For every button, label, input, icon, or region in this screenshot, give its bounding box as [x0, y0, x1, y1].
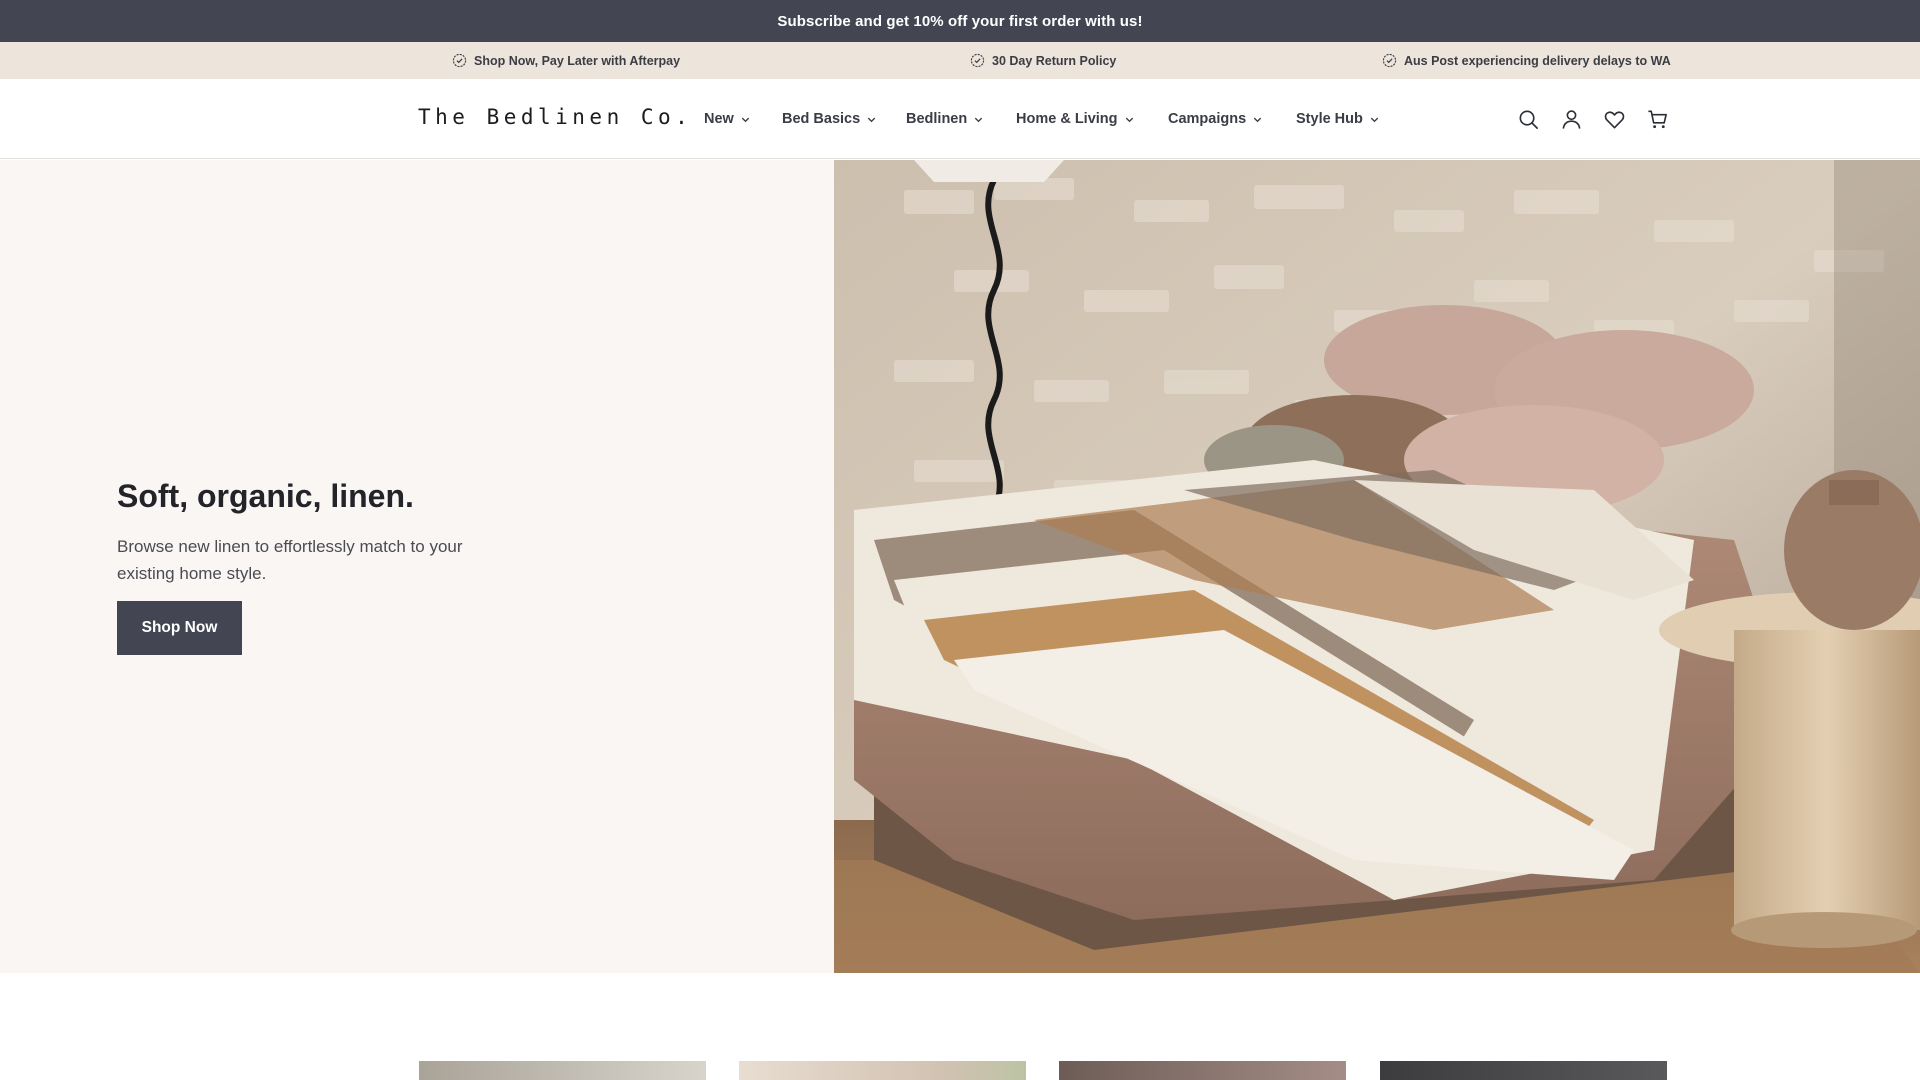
account-icon[interactable] [1558, 106, 1584, 132]
nav-label: Home & Living [1016, 111, 1118, 127]
category-card[interactable] [419, 1061, 706, 1080]
chevron-down-icon [1253, 117, 1262, 122]
nav-item-bedlinen[interactable]: Bedlinen [906, 79, 984, 159]
usp-label: 30 Day Return Policy [992, 53, 1117, 68]
hero-section: Soft, organic, linen. Browse new linen t… [0, 160, 1920, 973]
category-card[interactable] [739, 1061, 1026, 1080]
bedroom-linen-photo [834, 160, 1920, 973]
usp-item-returns: 30 Day Return Policy [970, 42, 1116, 79]
site-logo[interactable]: The Bedlinen Co. [418, 105, 692, 129]
badge-check-icon [970, 53, 985, 68]
hero-subtitle: Browse new linen to effortlessly match t… [117, 537, 463, 583]
badge-check-icon [1382, 53, 1397, 68]
chevron-down-icon [975, 117, 983, 122]
nav-item-new[interactable]: New [704, 79, 751, 159]
search-icon[interactable] [1515, 106, 1541, 132]
chevron-down-icon [1370, 117, 1379, 122]
nav-item-campaigns[interactable]: Campaigns [1168, 79, 1263, 159]
cart-icon[interactable] [1644, 106, 1670, 132]
nav-label: Style Hub [1296, 111, 1363, 127]
usp-item-delivery: Aus Post experiencing delivery delays to… [1382, 42, 1671, 79]
site-header: The Bedlinen Co. New Bed Basics Bedlinen… [0, 79, 1920, 159]
category-cards-row [0, 973, 1920, 1080]
chevron-down-icon [1125, 117, 1133, 122]
usp-item-afterpay: Shop Now, Pay Later with Afterpay [452, 42, 680, 79]
promo-text: Subscribe and get 10% off your first ord… [777, 12, 1143, 30]
category-card[interactable] [1380, 1061, 1667, 1080]
hero-text-panel: Soft, organic, linen. Browse new linen t… [0, 160, 834, 973]
nav-label: Bedlinen [906, 111, 968, 127]
usp-bar: Shop Now, Pay Later with Afterpay 30 Day… [0, 42, 1920, 79]
wishlist-heart-icon[interactable] [1601, 106, 1627, 132]
nav-label: Campaigns [1168, 111, 1247, 127]
hero-image[interactable] [834, 160, 1920, 973]
chevron-down-icon [741, 117, 750, 122]
nav-item-bed-basics[interactable]: Bed Basics [782, 79, 877, 159]
shop-now-button[interactable]: Shop Now [117, 601, 242, 655]
nav-item-style-hub[interactable]: Style Hub [1296, 79, 1380, 159]
hero-title: Soft, organic, linen. [117, 478, 414, 514]
nav-label: New [704, 111, 734, 127]
usp-label: Aus Post experiencing delivery delays to… [1404, 53, 1671, 68]
nav-item-home-living[interactable]: Home & Living [1016, 79, 1135, 159]
badge-check-icon [452, 53, 467, 68]
nav-label: Bed Basics [782, 111, 861, 127]
promo-banner[interactable]: Subscribe and get 10% off your first ord… [0, 0, 1920, 42]
usp-label: Shop Now, Pay Later with Afterpay [474, 53, 681, 68]
category-card[interactable] [1059, 1061, 1346, 1080]
chevron-down-icon [867, 117, 876, 122]
